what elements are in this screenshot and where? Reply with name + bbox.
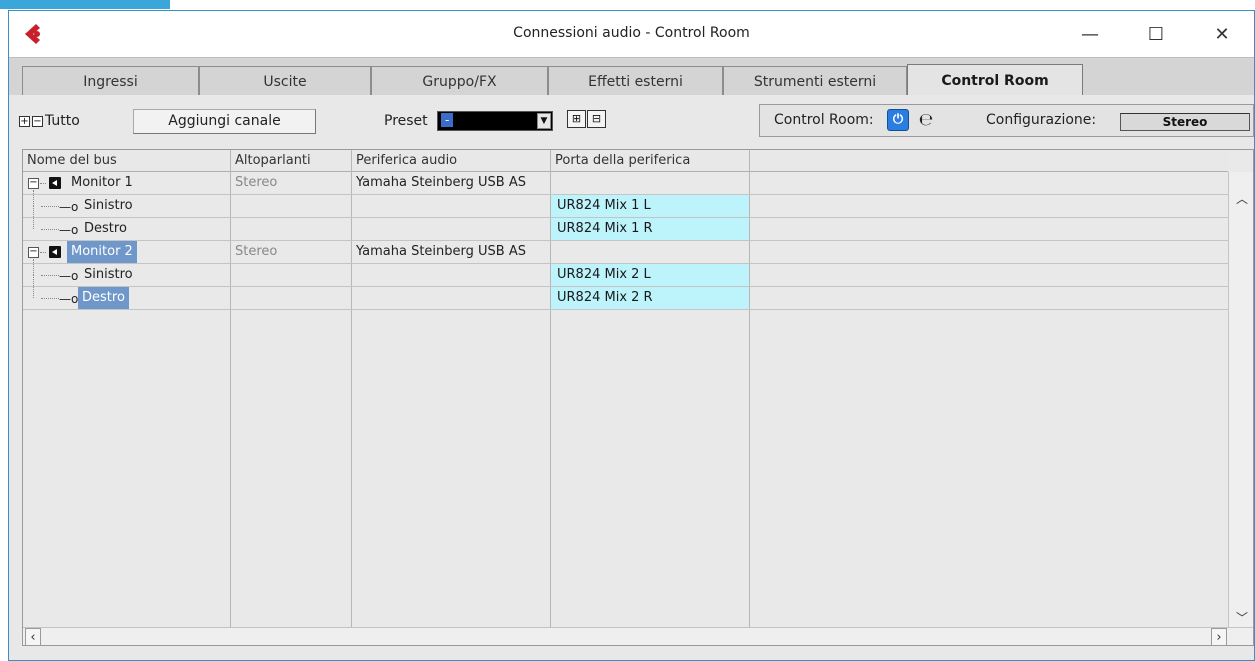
horizontal-scrollbar[interactable]: ‹ › <box>23 627 1253 645</box>
table-row[interactable]: —o Sinistro UR824 Mix 1 L <box>23 190 1228 218</box>
toolbar: + − Tutto Aggiungi canale Preset - ▼ ⊞ ⊟… <box>9 95 1254 147</box>
tree-line <box>41 275 59 276</box>
device-cell[interactable] <box>352 218 550 240</box>
column-header-audio-device[interactable]: Periferica audio <box>352 150 551 172</box>
device-cell[interactable] <box>352 264 550 286</box>
save-preset-icon[interactable]: ⊞ <box>567 110 586 128</box>
port-cell[interactable] <box>551 241 749 263</box>
speakers-cell[interactable] <box>231 195 351 217</box>
expand-collapse-controls: + − <box>19 116 43 127</box>
port-cell[interactable]: UR824 Mix 1 L <box>551 195 749 217</box>
title-bar[interactable]: Connessioni audio - Control Room — ☐ ✕ <box>9 11 1254 57</box>
tree-line <box>41 298 59 299</box>
device-cell[interactable] <box>352 195 550 217</box>
maximize-icon: ☐ <box>1147 23 1165 45</box>
grid-header: Nome del bus Altoparlanti Periferica aud… <box>23 150 1228 172</box>
close-icon: ✕ <box>1214 23 1230 45</box>
tab-gruppo-fx[interactable]: Gruppo/FX <box>371 66 548 96</box>
speakers-cell[interactable]: Stereo <box>231 241 351 263</box>
control-room-group: Control Room: ⏻ ℮ Configurazione: Stereo <box>759 104 1254 137</box>
port-cell[interactable]: UR824 Mix 1 R <box>551 218 749 240</box>
minimize-button[interactable]: — <box>1067 11 1113 57</box>
top-accent <box>0 0 1255 10</box>
table-row[interactable]: − Monitor 1 Stereo Yamaha Steinberg USB … <box>23 172 1228 195</box>
minimize-icon: — <box>1081 23 1099 45</box>
tab-strumenti-esterni[interactable]: Strumenti esterni <box>723 66 907 96</box>
tab-ingressi[interactable]: Ingressi <box>22 66 199 96</box>
port-cell[interactable]: UR824 Mix 2 L <box>551 264 749 286</box>
tab-control-room[interactable]: Control Room <box>907 64 1083 96</box>
preset-label: Preset <box>384 113 428 129</box>
device-cell[interactable]: Yamaha Steinberg USB AS <box>352 172 550 194</box>
tab-bar: Ingressi Uscite Gruppo/FX Effetti estern… <box>9 57 1254 96</box>
vertical-scrollbar[interactable]: ︿ ﹀ <box>1228 172 1253 627</box>
device-cell[interactable] <box>352 287 550 309</box>
column-header-device-port[interactable]: Porta della periferica <box>551 150 750 172</box>
tree-line <box>33 259 34 275</box>
preset-value: - <box>441 113 454 127</box>
tab-effetti-esterni[interactable]: Effetti esterni <box>548 66 723 96</box>
expand-all-icon[interactable]: + <box>19 116 30 127</box>
output-pin-icon: —o <box>59 269 79 283</box>
bus-name[interactable]: Monitor 2 <box>67 241 137 263</box>
scroll-right-icon[interactable]: › <box>1211 628 1227 645</box>
preset-select[interactable]: - ▼ <box>437 111 553 131</box>
speakers-cell[interactable] <box>231 218 351 240</box>
table-row[interactable]: —o Destro UR824 Mix 2 R <box>23 275 1228 310</box>
table-row[interactable]: —o Destro UR824 Mix 1 R <box>23 206 1228 241</box>
accent-strip <box>0 0 170 9</box>
collapse-icon[interactable]: − <box>28 247 39 258</box>
control-room-label: Control Room: <box>774 112 874 128</box>
speakers-cell[interactable] <box>231 264 351 286</box>
add-channel-button[interactable]: Aggiungi canale <box>133 109 316 134</box>
collapse-icon[interactable]: − <box>28 178 39 189</box>
column-header-bus-name[interactable]: Nome del bus <box>23 150 231 172</box>
tree-line <box>40 183 46 184</box>
tree-line <box>33 190 34 206</box>
port-cell[interactable] <box>551 172 749 194</box>
output-pin-icon: —o <box>59 223 79 237</box>
tab-uscite[interactable]: Uscite <box>199 66 371 96</box>
tree-line <box>41 229 59 230</box>
chevron-down-icon[interactable]: ▼ <box>537 113 551 129</box>
column-header-speakers[interactable]: Altoparlanti <box>231 150 352 172</box>
tree-line <box>33 275 34 298</box>
channel-name[interactable]: Destro <box>78 287 129 309</box>
channel-name[interactable]: Sinistro <box>80 264 137 286</box>
speakers-cell[interactable]: Stereo <box>231 172 351 194</box>
speaker-icon <box>49 246 61 258</box>
configuration-label: Configurazione: <box>986 112 1097 128</box>
audio-connections-window: Connessioni audio - Control Room — ☐ ✕ I… <box>8 10 1255 661</box>
maximize-button[interactable]: ☐ <box>1133 11 1179 57</box>
power-icon[interactable]: ⏻ <box>887 109 909 131</box>
tree-line <box>33 206 34 229</box>
exclusive-icon[interactable]: ℮ <box>915 109 937 131</box>
channel-name[interactable]: Sinistro <box>80 195 137 217</box>
scroll-down-icon[interactable]: ﹀ <box>1229 609 1253 627</box>
speakers-cell[interactable] <box>231 287 351 309</box>
tree-line <box>41 206 59 207</box>
scroll-left-icon[interactable]: ‹ <box>25 628 41 645</box>
collapse-all-icon[interactable]: − <box>32 116 43 127</box>
all-label[interactable]: Tutto <box>45 113 80 129</box>
channel-name[interactable]: Destro <box>80 218 131 240</box>
configuration-field[interactable]: Stereo <box>1120 113 1250 131</box>
close-button[interactable]: ✕ <box>1199 11 1245 57</box>
table-row[interactable]: —o Sinistro UR824 Mix 2 L <box>23 259 1228 287</box>
output-pin-icon: —o <box>59 200 79 214</box>
speaker-icon <box>49 177 61 189</box>
port-cell[interactable]: UR824 Mix 2 R <box>551 287 749 309</box>
output-pin-icon: —o <box>59 292 79 306</box>
table-row[interactable]: − Monitor 2 Stereo Yamaha Steinberg USB … <box>23 241 1228 264</box>
tree-line <box>40 252 46 253</box>
connections-grid: Nome del bus Altoparlanti Periferica aud… <box>22 149 1254 646</box>
remove-preset-icon[interactable]: ⊟ <box>587 110 606 128</box>
bus-name[interactable]: Monitor 1 <box>67 172 137 194</box>
device-cell[interactable]: Yamaha Steinberg USB AS <box>352 241 550 263</box>
scroll-up-icon[interactable]: ︿ <box>1229 190 1253 208</box>
